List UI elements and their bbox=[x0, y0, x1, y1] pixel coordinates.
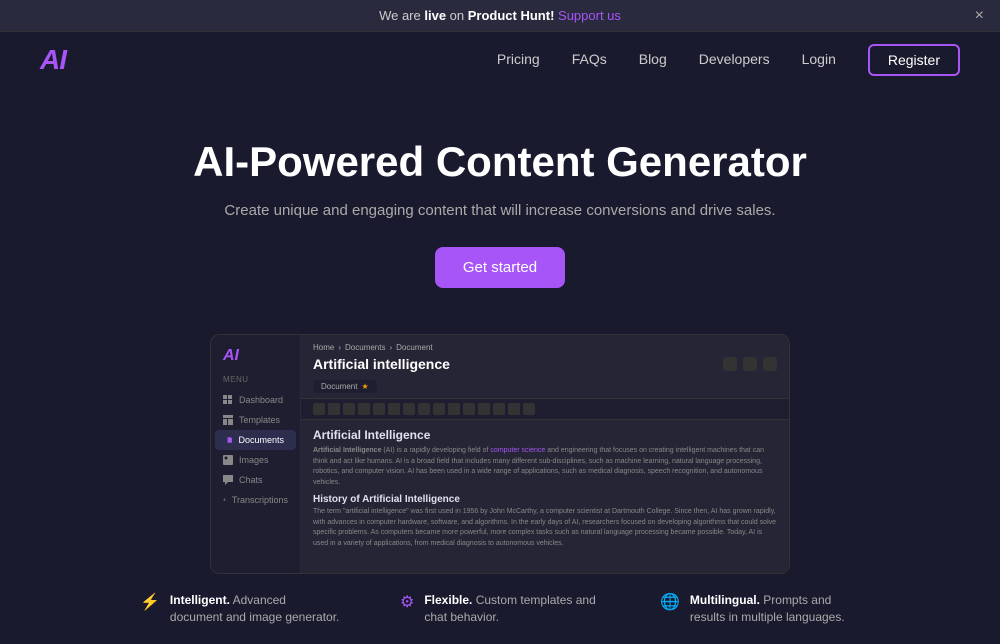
sidebar-item-label: Dashboard bbox=[239, 395, 283, 405]
sidebar-logo: AI bbox=[211, 347, 300, 365]
app-preview: AI MENU Dashboard Templates Documents Im… bbox=[210, 334, 790, 574]
feature-multilingual-title: Multilingual. bbox=[690, 593, 760, 607]
sidebar-item-chats[interactable]: Chats bbox=[211, 470, 300, 490]
sidebar-item-dashboard[interactable]: Dashboard bbox=[211, 390, 300, 410]
content-heading-1: Artificial Intelligence bbox=[313, 428, 777, 442]
fmt-h3[interactable] bbox=[403, 403, 415, 415]
nav-item-faqs[interactable]: FAQs bbox=[572, 51, 607, 69]
banner-text: We are live on Product Hunt! Support us bbox=[379, 8, 621, 23]
document-tab[interactable]: Document ★ bbox=[313, 380, 377, 393]
fmt-ul[interactable] bbox=[433, 403, 445, 415]
content-heading-2: History of Artificial Intelligence bbox=[313, 494, 777, 505]
sidebar-item-transcriptions[interactable]: Transcriptions bbox=[211, 490, 300, 510]
nav-link-pricing[interactable]: Pricing bbox=[497, 51, 540, 67]
multilingual-icon: 🌐 bbox=[660, 592, 680, 612]
feature-intelligent-text: Intelligent. Advanced document and image… bbox=[170, 592, 340, 626]
fmt-strikethrough[interactable] bbox=[358, 403, 370, 415]
formatting-toolbar bbox=[301, 398, 789, 420]
fmt-italic[interactable] bbox=[328, 403, 340, 415]
intelligent-icon: ⚡ bbox=[140, 592, 160, 612]
nav-item-developers[interactable]: Developers bbox=[699, 51, 770, 69]
toolbar-icon-1[interactable] bbox=[723, 357, 737, 371]
app-main-content: Home › Documents › Document Artificial i… bbox=[301, 335, 789, 573]
nav-link-developers[interactable]: Developers bbox=[699, 51, 770, 67]
breadcrumb-home: Home bbox=[313, 343, 334, 352]
nav-item-blog[interactable]: Blog bbox=[639, 51, 667, 69]
nav-link-faqs[interactable]: FAQs bbox=[572, 51, 607, 67]
toolbar-icon-3[interactable] bbox=[763, 357, 777, 371]
doc-tab-label: Document bbox=[321, 382, 357, 391]
login-button[interactable]: Login bbox=[802, 51, 836, 67]
feature-flexible-text: Flexible. Custom templates and chat beha… bbox=[424, 592, 600, 626]
chats-icon bbox=[223, 475, 233, 485]
hero-title: AI-Powered Content Generator bbox=[20, 138, 980, 186]
templates-icon bbox=[223, 415, 233, 425]
breadcrumb-documents: Documents bbox=[345, 343, 385, 352]
fmt-h1[interactable] bbox=[373, 403, 385, 415]
sidebar-item-label: Transcriptions bbox=[232, 495, 288, 505]
doc-toolbar-icons bbox=[723, 357, 777, 371]
hero-section: AI-Powered Content Generator Create uniq… bbox=[0, 88, 1000, 318]
announcement-banner: We are live on Product Hunt! Support us … bbox=[0, 0, 1000, 32]
nav-item-pricing[interactable]: Pricing bbox=[497, 51, 540, 69]
fmt-link[interactable] bbox=[508, 403, 520, 415]
sidebar-item-label: Templates bbox=[239, 415, 280, 425]
feature-multilingual: 🌐 Multilingual. Prompts and results in m… bbox=[660, 592, 860, 626]
documents-icon bbox=[227, 435, 232, 445]
feature-intelligent: ⚡ Intelligent. Advanced document and ima… bbox=[140, 592, 340, 626]
fmt-code[interactable] bbox=[523, 403, 535, 415]
content-paragraph-2: The term "artificial intelligence" was f… bbox=[313, 507, 777, 549]
sidebar-item-documents[interactable]: Documents bbox=[215, 430, 296, 450]
breadcrumb-document: Document bbox=[396, 343, 432, 352]
document-content: Artificial Intelligence Artificial Intel… bbox=[301, 420, 789, 557]
app-sidebar: AI MENU Dashboard Templates Documents Im… bbox=[211, 335, 301, 573]
sidebar-item-images[interactable]: Images bbox=[211, 450, 300, 470]
content-link-cs: computer science bbox=[490, 447, 545, 454]
grid-icon bbox=[223, 395, 233, 405]
feature-flexible-title: Flexible. bbox=[424, 593, 472, 607]
logo[interactable]: AI bbox=[40, 44, 66, 76]
sidebar-item-label: Chats bbox=[239, 475, 263, 485]
features-section: ⚡ Intelligent. Advanced document and ima… bbox=[0, 574, 1000, 644]
sidebar-item-templates[interactable]: Templates bbox=[211, 410, 300, 430]
nav-item-register[interactable]: Register bbox=[868, 44, 960, 76]
register-button[interactable]: Register bbox=[868, 44, 960, 76]
banner-live: live bbox=[424, 8, 446, 23]
fmt-align-right[interactable] bbox=[493, 403, 505, 415]
nav-link-blog[interactable]: Blog bbox=[639, 51, 667, 67]
breadcrumb: Home › Documents › Document bbox=[301, 335, 789, 356]
transcriptions-icon bbox=[223, 495, 226, 505]
fmt-bold[interactable] bbox=[313, 403, 325, 415]
sidebar-item-label: Documents bbox=[238, 435, 284, 445]
feature-intelligent-title: Intelligent. bbox=[170, 593, 230, 607]
document-title: Artificial intelligence bbox=[313, 356, 450, 372]
navbar: AI Pricing FAQs Blog Developers Login Re… bbox=[0, 32, 1000, 88]
fmt-ol[interactable] bbox=[448, 403, 460, 415]
nav-item-login[interactable]: Login bbox=[802, 51, 836, 69]
images-icon bbox=[223, 455, 233, 465]
toolbar-icon-2[interactable] bbox=[743, 357, 757, 371]
fmt-h2[interactable] bbox=[388, 403, 400, 415]
flexible-icon: ⚙ bbox=[400, 592, 414, 612]
content-bold-ai: Artificial Intelligence bbox=[313, 447, 381, 454]
get-started-button[interactable]: Get started bbox=[435, 247, 565, 288]
content-paragraph-1: Artificial Intelligence (AI) is a rapidl… bbox=[313, 446, 777, 488]
feature-flexible: ⚙ Flexible. Custom templates and chat be… bbox=[400, 592, 600, 626]
sidebar-item-label: Images bbox=[239, 455, 269, 465]
fmt-align-center[interactable] bbox=[478, 403, 490, 415]
banner-close-button[interactable]: × bbox=[975, 7, 984, 25]
hero-subtitle: Create unique and engaging content that … bbox=[20, 202, 980, 219]
doc-star-icon: ★ bbox=[361, 382, 368, 391]
fmt-underline[interactable] bbox=[343, 403, 355, 415]
banner-hunt: Product Hunt! bbox=[468, 8, 555, 23]
sidebar-menu-label: MENU bbox=[211, 375, 300, 384]
nav-links: Pricing FAQs Blog Developers Login Regis… bbox=[497, 44, 960, 76]
feature-multilingual-text: Multilingual. Prompts and results in mul… bbox=[690, 592, 860, 626]
fmt-align-left[interactable] bbox=[463, 403, 475, 415]
banner-support-link[interactable]: Support us bbox=[558, 8, 621, 23]
fmt-h4[interactable] bbox=[418, 403, 430, 415]
